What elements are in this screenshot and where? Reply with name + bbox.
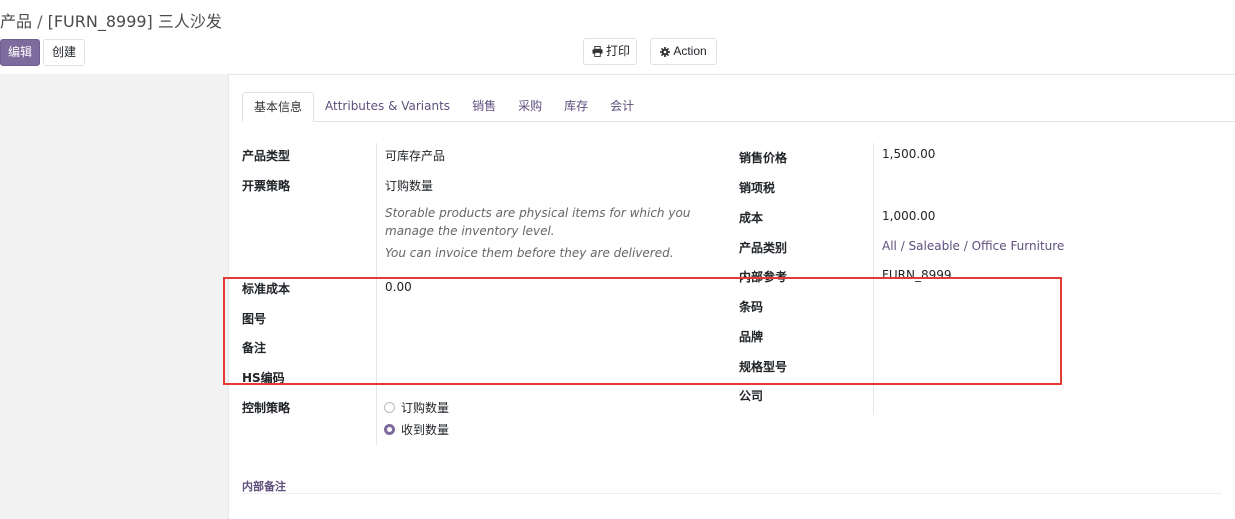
control-policy-option-ordered[interactable]: 订购数量 xyxy=(384,399,449,416)
radio-unchecked[interactable] xyxy=(384,402,395,413)
radio-checked[interactable] xyxy=(384,424,395,435)
notebook-tabs: 基本信息 Attributes & Variants 销售 采购 库存 会计 xyxy=(242,92,645,122)
product-category-label: 产品类别 xyxy=(739,241,788,255)
sales-price-value[interactable]: 1,500.00 xyxy=(882,147,935,161)
highlight-annotation-box xyxy=(223,277,1062,385)
breadcrumb: 产品 / [FURN_8999] 三人沙发 xyxy=(0,8,222,32)
action-button[interactable]: Action xyxy=(650,38,717,65)
tab-attributes-variants[interactable]: Attributes & Variants xyxy=(314,92,461,122)
invoice-policy-label: 开票策略 xyxy=(242,179,291,193)
tab-accounting[interactable]: 会计 xyxy=(599,92,645,122)
tab-sales[interactable]: 销售 xyxy=(461,92,507,122)
control-policy-option-received[interactable]: 收到数量 xyxy=(384,421,449,438)
invoice-policy-value[interactable]: 订购数量 xyxy=(385,177,433,194)
product-category-value[interactable]: All / Saleable / Office Furniture xyxy=(882,239,1064,253)
product-type-value[interactable]: 可库存产品 xyxy=(385,147,445,164)
control-policy-label: 控制策略 xyxy=(242,401,291,415)
content-background xyxy=(0,74,228,519)
action-label: Action xyxy=(673,44,707,58)
cost-label: 成本 xyxy=(739,211,764,225)
internal-notes-title: 内部备注 xyxy=(242,480,286,493)
invoice-policy-help: You can invoice them before they are del… xyxy=(385,246,674,260)
tab-general-info[interactable]: 基本信息 xyxy=(242,92,315,122)
breadcrumb-parent[interactable]: 产品 xyxy=(0,12,32,31)
create-button[interactable]: 创建 xyxy=(43,39,85,66)
internal-notes-divider[interactable] xyxy=(242,493,1222,494)
cost-value[interactable]: 1,000.00 xyxy=(882,209,935,223)
breadcrumb-current: [FURN_8999] 三人沙发 xyxy=(47,12,222,31)
tab-purchase[interactable]: 采购 xyxy=(507,92,553,122)
product-type-help: Storable products are physical items for… xyxy=(385,206,691,238)
sales-tax-label: 销项税 xyxy=(739,181,776,195)
print-label: 打印 xyxy=(606,44,631,58)
print-button[interactable]: 打印 xyxy=(583,38,637,65)
company-label: 公司 xyxy=(739,389,764,403)
printer-icon xyxy=(592,46,603,57)
tab-inventory[interactable]: 库存 xyxy=(553,92,599,122)
product-type-label: 产品类型 xyxy=(242,149,291,163)
edit-button[interactable]: 编辑 xyxy=(0,39,40,66)
control-policy-option-received-label: 收到数量 xyxy=(401,423,450,437)
gear-icon xyxy=(660,47,671,57)
control-policy-option-ordered-label: 订购数量 xyxy=(401,401,450,415)
sales-price-label: 销售价格 xyxy=(739,151,788,165)
breadcrumb-separator: / xyxy=(37,12,43,31)
